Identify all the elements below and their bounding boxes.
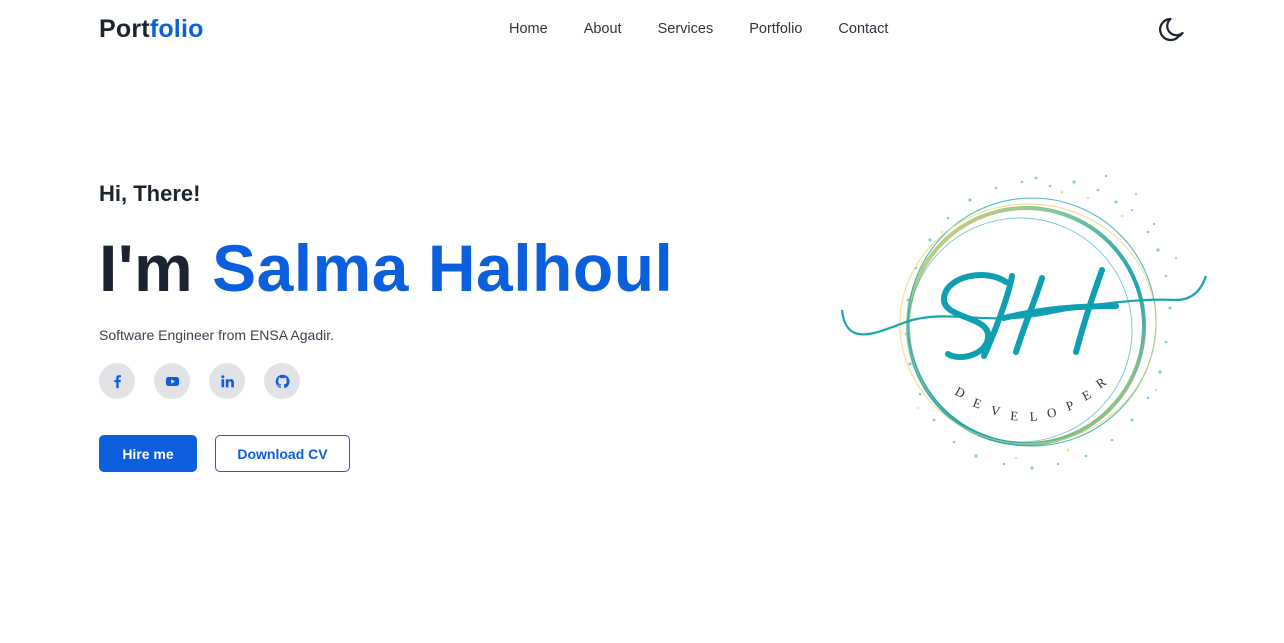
svg-text:E: E xyxy=(971,395,984,412)
nav-portfolio[interactable]: Portfolio xyxy=(749,20,802,38)
svg-text:D: D xyxy=(953,383,968,401)
facebook-icon xyxy=(113,374,121,388)
svg-text:R: R xyxy=(1093,374,1109,391)
hero-headline: I'm Salma Halhoul xyxy=(99,228,673,308)
facebook-link[interactable] xyxy=(99,363,135,399)
youtube-link[interactable] xyxy=(154,363,190,399)
linkedin-icon xyxy=(220,374,234,387)
logo-part-2: folio xyxy=(149,15,204,43)
nav-contact[interactable]: Contact xyxy=(838,20,888,38)
svg-text:L: L xyxy=(1029,408,1038,424)
svg-text:O: O xyxy=(1046,404,1058,421)
nav-home[interactable]: Home xyxy=(509,20,548,38)
svg-text:V: V xyxy=(989,402,1002,419)
svg-text:E: E xyxy=(1079,387,1093,404)
main-nav: Home About Services Portfolio Contact xyxy=(509,20,924,38)
nav-services[interactable]: Services xyxy=(658,20,714,38)
moon-icon xyxy=(1159,17,1184,42)
developer-logo-emblem: D E V E L O P E R xyxy=(840,174,1208,470)
download-cv-button[interactable]: Download CV xyxy=(215,435,350,472)
github-link[interactable] xyxy=(264,363,300,399)
youtube-icon xyxy=(165,376,179,386)
linkedin-link[interactable] xyxy=(209,363,245,399)
nav-about[interactable]: About xyxy=(584,20,622,38)
hire-me-button[interactable]: Hire me xyxy=(99,435,197,472)
svg-text:E: E xyxy=(1010,408,1019,424)
site-logo[interactable]: Portfolio xyxy=(99,15,204,44)
headline-name: Salma Halhoul xyxy=(212,231,674,305)
hero-greeting: Hi, There! xyxy=(99,181,201,206)
social-links xyxy=(99,363,300,399)
headline-prefix: I'm xyxy=(99,231,194,305)
github-icon xyxy=(275,374,290,388)
svg-text:P: P xyxy=(1064,397,1076,414)
emblem-caption: D E V E L O P E R xyxy=(953,374,1109,424)
logo-part-1: Port xyxy=(99,15,150,43)
hero-tagline: Software Engineer from ENSA Agadir. xyxy=(99,327,335,343)
theme-toggle-button[interactable] xyxy=(1158,14,1188,44)
